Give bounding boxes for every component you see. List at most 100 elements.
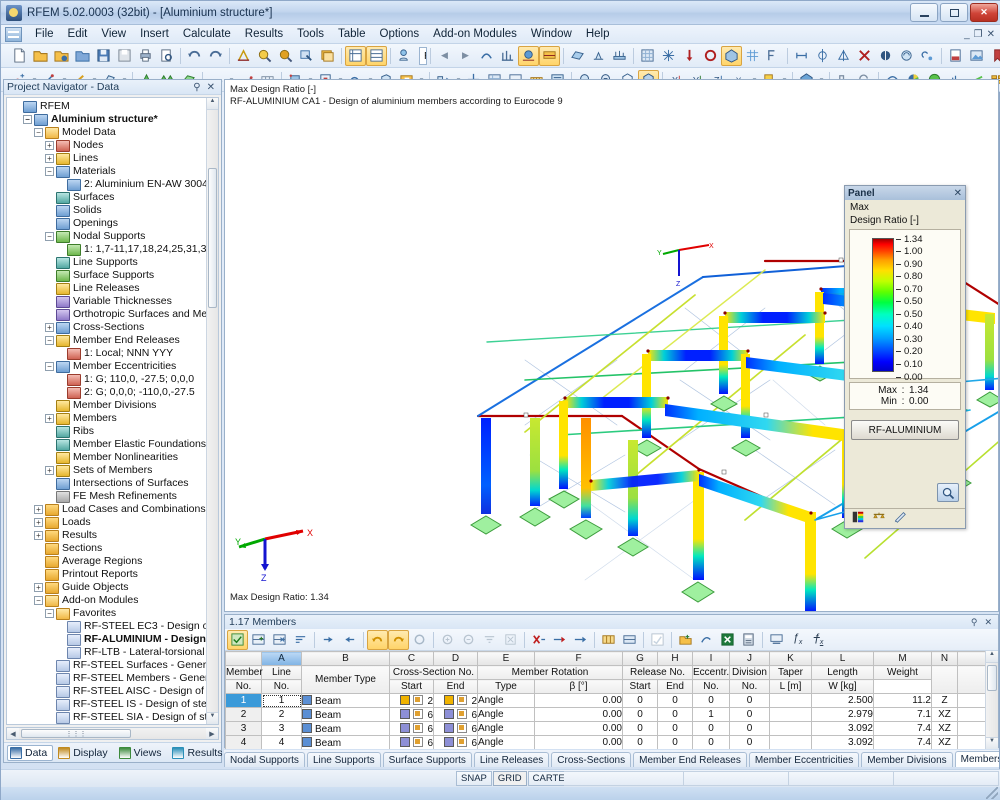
scroll-up-arrow[interactable]: ▲: [207, 98, 218, 110]
table-close-icon[interactable]: ✕: [984, 617, 992, 628]
column-header-K[interactable]: K: [770, 652, 812, 666]
mdi-minimize-button[interactable]: _: [964, 29, 970, 40]
tree-item-rf-steel-surfaces-general-stress[interactable]: RF-STEEL Surfaces - General stress: [9, 659, 218, 672]
cell-cs-start[interactable]: 6: [390, 736, 434, 750]
table-delete-column-icon[interactable]: [528, 630, 549, 650]
prev-case-icon[interactable]: ◀: [434, 46, 455, 66]
cell-length[interactable]: 3.092: [812, 736, 874, 750]
column-header-H[interactable]: H: [658, 652, 693, 666]
tree-item-aluminium-structure-[interactable]: −Aluminium structure*: [9, 113, 218, 126]
tree-item-printout-reports[interactable]: Printout Reports: [9, 568, 218, 581]
deformation-icon[interactable]: [518, 46, 539, 66]
support-forces-icon[interactable]: [588, 46, 609, 66]
sheet-tab-surface-supports[interactable]: Surface Supports: [383, 752, 472, 767]
cell-cs-start[interactable]: 6: [390, 708, 434, 722]
filter-icon[interactable]: [893, 510, 907, 527]
cell-eccentricity-no[interactable]: 0: [693, 736, 730, 750]
column-header-M[interactable]: M: [874, 652, 932, 666]
cs-end-icon[interactable]: [457, 737, 467, 747]
cell-cs-end[interactable]: 2: [434, 694, 478, 708]
column-header-D[interactable]: D: [434, 652, 478, 666]
cell-n[interactable]: XZ: [932, 736, 958, 750]
cell-cs-start[interactable]: 6: [390, 722, 434, 736]
cell-n[interactable]: Z: [932, 694, 958, 708]
tree-item-nodes[interactable]: +Nodes: [9, 139, 218, 152]
cell-line-no[interactable]: 4: [262, 736, 302, 750]
sheet-tab-member-divisions[interactable]: Member Divisions: [861, 752, 952, 767]
tree-item-line-supports[interactable]: Line Supports: [9, 256, 218, 269]
tree-item-results[interactable]: +Results: [9, 529, 218, 542]
cell-n[interactable]: XZ: [932, 708, 958, 722]
open-project-icon[interactable]: [72, 46, 93, 66]
zoom-window-icon[interactable]: [296, 46, 317, 66]
cell-member-no[interactable]: 4: [226, 736, 262, 750]
tree-item-rfem[interactable]: RFEM: [9, 100, 218, 113]
table-formula-icon[interactable]: [696, 630, 717, 650]
table-row[interactable]: 44Beam66Angle0.0000003.0927.4XZ: [226, 736, 999, 750]
tree-item-surface-supports[interactable]: Surface Supports: [9, 269, 218, 282]
dimension-icon[interactable]: [791, 46, 812, 66]
table-scroll-thumb[interactable]: [987, 665, 997, 691]
picture-icon[interactable]: [966, 46, 987, 66]
navigator-tab-views[interactable]: Views: [116, 745, 168, 761]
hscroll-left-arrow[interactable]: ◀: [7, 728, 19, 739]
cell-taper-shape[interactable]: [770, 694, 812, 708]
tree-item-member-elastic-foundations[interactable]: Member Elastic Foundations: [9, 438, 218, 451]
result-values-icon[interactable]: [476, 46, 497, 66]
tree-item-materials[interactable]: −Materials: [9, 165, 218, 178]
tree-expander-minus-icon[interactable]: −: [45, 232, 54, 241]
tree-expander-minus-icon[interactable]: −: [23, 115, 32, 124]
color-legend[interactable]: 1.341.000.900.800.700.500.500.400.300.20…: [849, 229, 961, 379]
tree-item-2-g-0-0-0-110-0-27-5[interactable]: 2: G; 0,0,0; -110,0,-27.5: [9, 386, 218, 399]
navigator-tab-data[interactable]: Data: [7, 745, 53, 761]
tree-item-load-cases-and-combinations[interactable]: +Load Cases and Combinations: [9, 503, 218, 516]
column-header-rownum[interactable]: [226, 652, 262, 666]
tree-expander-minus-icon[interactable]: −: [45, 362, 54, 371]
table-fx-strike-icon[interactable]: ƒx: [808, 630, 829, 650]
menu-edit[interactable]: Edit: [61, 26, 95, 42]
hscroll-right-arrow[interactable]: ▶: [206, 728, 218, 739]
member-results-icon[interactable]: [539, 46, 560, 66]
column-header-F[interactable]: F: [535, 652, 623, 666]
panel-search-icon[interactable]: [937, 483, 959, 502]
table-import-icon[interactable]: [675, 630, 696, 650]
navigator-vertical-scrollbar[interactable]: ▲ ▼: [206, 98, 218, 724]
column-header-G[interactable]: G: [623, 652, 658, 666]
tree-expander-minus-icon[interactable]: −: [34, 128, 43, 137]
delete-icon[interactable]: [854, 46, 875, 66]
cell-member-no[interactable]: 3: [226, 722, 262, 736]
table-zoom-out-icon[interactable]: [458, 630, 479, 650]
menu-table[interactable]: Table: [331, 26, 373, 42]
tree-item-fe-mesh-refinements[interactable]: FE Mesh Refinements: [9, 490, 218, 503]
view-rotate-icon[interactable]: [896, 46, 917, 66]
menu-window[interactable]: Window: [524, 26, 579, 42]
info-icon[interactable]: [917, 46, 938, 66]
table-remove-icon[interactable]: [549, 630, 570, 650]
load-display-icon[interactable]: [679, 46, 700, 66]
color-scale-icon[interactable]: [851, 510, 865, 527]
sheet-tab-members[interactable]: Members: [955, 751, 999, 767]
cell-member-type[interactable]: Beam: [302, 722, 390, 736]
tree-item-sections[interactable]: Sections: [9, 542, 218, 555]
tree-expander-plus-icon[interactable]: +: [34, 531, 43, 540]
print-preview-icon[interactable]: [156, 46, 177, 66]
column-header-E[interactable]: E: [478, 652, 535, 666]
cs-start-icon[interactable]: [413, 709, 423, 719]
tree-item-guide-objects[interactable]: +Guide Objects: [9, 581, 218, 594]
grid-icon[interactable]: [742, 46, 763, 66]
tree-item-2-aluminium-en-aw-3004-h1[interactable]: 2: Aluminium EN-AW 3004 H1: [9, 178, 218, 191]
print-icon[interactable]: [135, 46, 156, 66]
menu-help[interactable]: Help: [579, 26, 617, 42]
cell-line-no[interactable]: 2: [262, 708, 302, 722]
tree-item-rf-aluminium-design-of-a[interactable]: RF-ALUMINIUM - Design of a: [9, 633, 218, 646]
tree-item-rf-steel-aisc-design-of-steel-m[interactable]: RF-STEEL AISC - Design of steel m: [9, 685, 218, 698]
cell-weight[interactable]: 7.4: [874, 722, 932, 736]
cell-member-type[interactable]: Beam: [302, 708, 390, 722]
tree-item-member-divisions[interactable]: Member Divisions: [9, 399, 218, 412]
new-file-icon[interactable]: [9, 46, 30, 66]
cell-division-no[interactable]: 0: [730, 708, 770, 722]
mdi-restore-button[interactable]: ❐: [974, 29, 983, 40]
menu-add-on-modules[interactable]: Add-on Modules: [426, 26, 524, 42]
cell-beta[interactable]: 0.00: [535, 708, 623, 722]
menu-calculate[interactable]: Calculate: [176, 26, 238, 42]
